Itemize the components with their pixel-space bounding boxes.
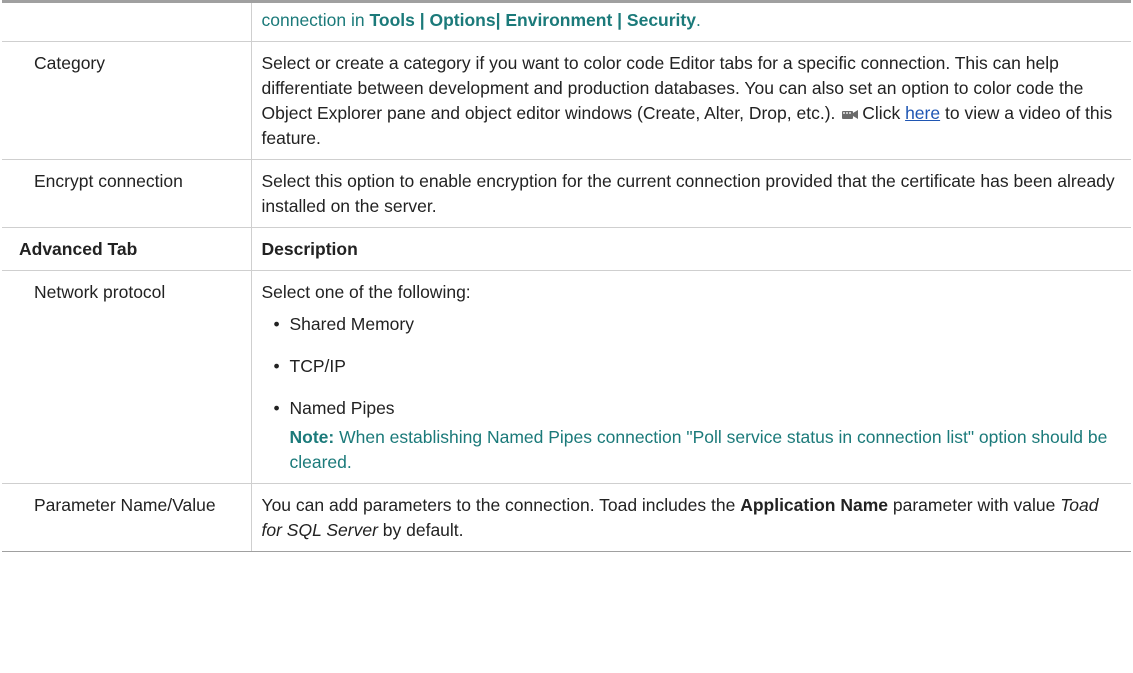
column-header-advanced-tab: Advanced Tab	[2, 227, 252, 271]
table-row-network-protocol: Network protocol Select one of the follo…	[2, 270, 1131, 484]
table-row-parameter: Parameter Name/Value You can add paramet…	[2, 483, 1131, 552]
protocol-named-pipes: Named Pipes	[289, 398, 395, 418]
parameter-app-name: Application Name	[740, 495, 888, 515]
option-label-cell	[2, 0, 252, 42]
option-description-network-protocol: Select one of the following: • Shared Mem…	[251, 270, 1131, 484]
protocol-list: • Shared Memory • TCP/IP • Named Pipes	[262, 312, 1122, 421]
table-row-encrypt: Encrypt connection Select this option to…	[2, 159, 1131, 228]
bullet-icon: •	[273, 314, 280, 334]
named-pipes-note: Note: When establishing Named Pipes conn…	[262, 425, 1122, 475]
bullet-icon: •	[273, 356, 280, 376]
protocol-tcp-ip: TCP/IP	[289, 356, 346, 376]
option-description-encrypt: Select this option to enable encryption …	[251, 159, 1131, 228]
security-desc-suffix: .	[695, 10, 701, 30]
options-table: connection in Tools | Options| Environme…	[2, 0, 1131, 552]
list-item: • TCP/IP	[274, 354, 1122, 379]
table-header-advanced: Advanced Tab Description	[2, 227, 1131, 271]
network-intro: Select one of the following:	[261, 282, 471, 302]
parameter-desc-2: parameter with value	[892, 495, 1056, 515]
option-label-encrypt: Encrypt connection	[2, 159, 252, 228]
option-label-parameter: Parameter Name/Value	[2, 483, 252, 552]
option-label-category: Category	[2, 41, 252, 160]
security-desc-prefix: connection in	[261, 10, 370, 30]
list-item: • Named Pipes	[274, 396, 1122, 421]
parameter-desc-1: You can add parameters to the connection…	[261, 495, 736, 515]
table-row-category: Category Select or create a category if …	[2, 41, 1131, 160]
option-description-cell: connection in Tools | Options| Environme…	[251, 0, 1131, 42]
bullet-icon: •	[273, 398, 280, 418]
option-label-network-protocol: Network protocol	[2, 270, 252, 484]
list-item: • Shared Memory	[274, 312, 1122, 337]
option-description-category: Select or create a category if you want …	[251, 41, 1131, 160]
note-label: Note:	[289, 427, 335, 447]
video-link[interactable]: here	[905, 103, 940, 123]
protocol-shared-memory: Shared Memory	[289, 314, 415, 334]
note-text: When establishing Named Pipes connection…	[289, 427, 1108, 472]
option-description-parameter: You can add parameters to the connection…	[251, 483, 1131, 552]
column-header-description: Description	[251, 227, 1131, 271]
security-menu-path: Tools | Options| Environment | Security	[369, 10, 696, 30]
parameter-desc-3: by default.	[382, 520, 464, 540]
click-label: Click	[862, 103, 901, 123]
video-camera-icon	[842, 110, 859, 119]
table-row-security: connection in Tools | Options| Environme…	[2, 0, 1131, 42]
